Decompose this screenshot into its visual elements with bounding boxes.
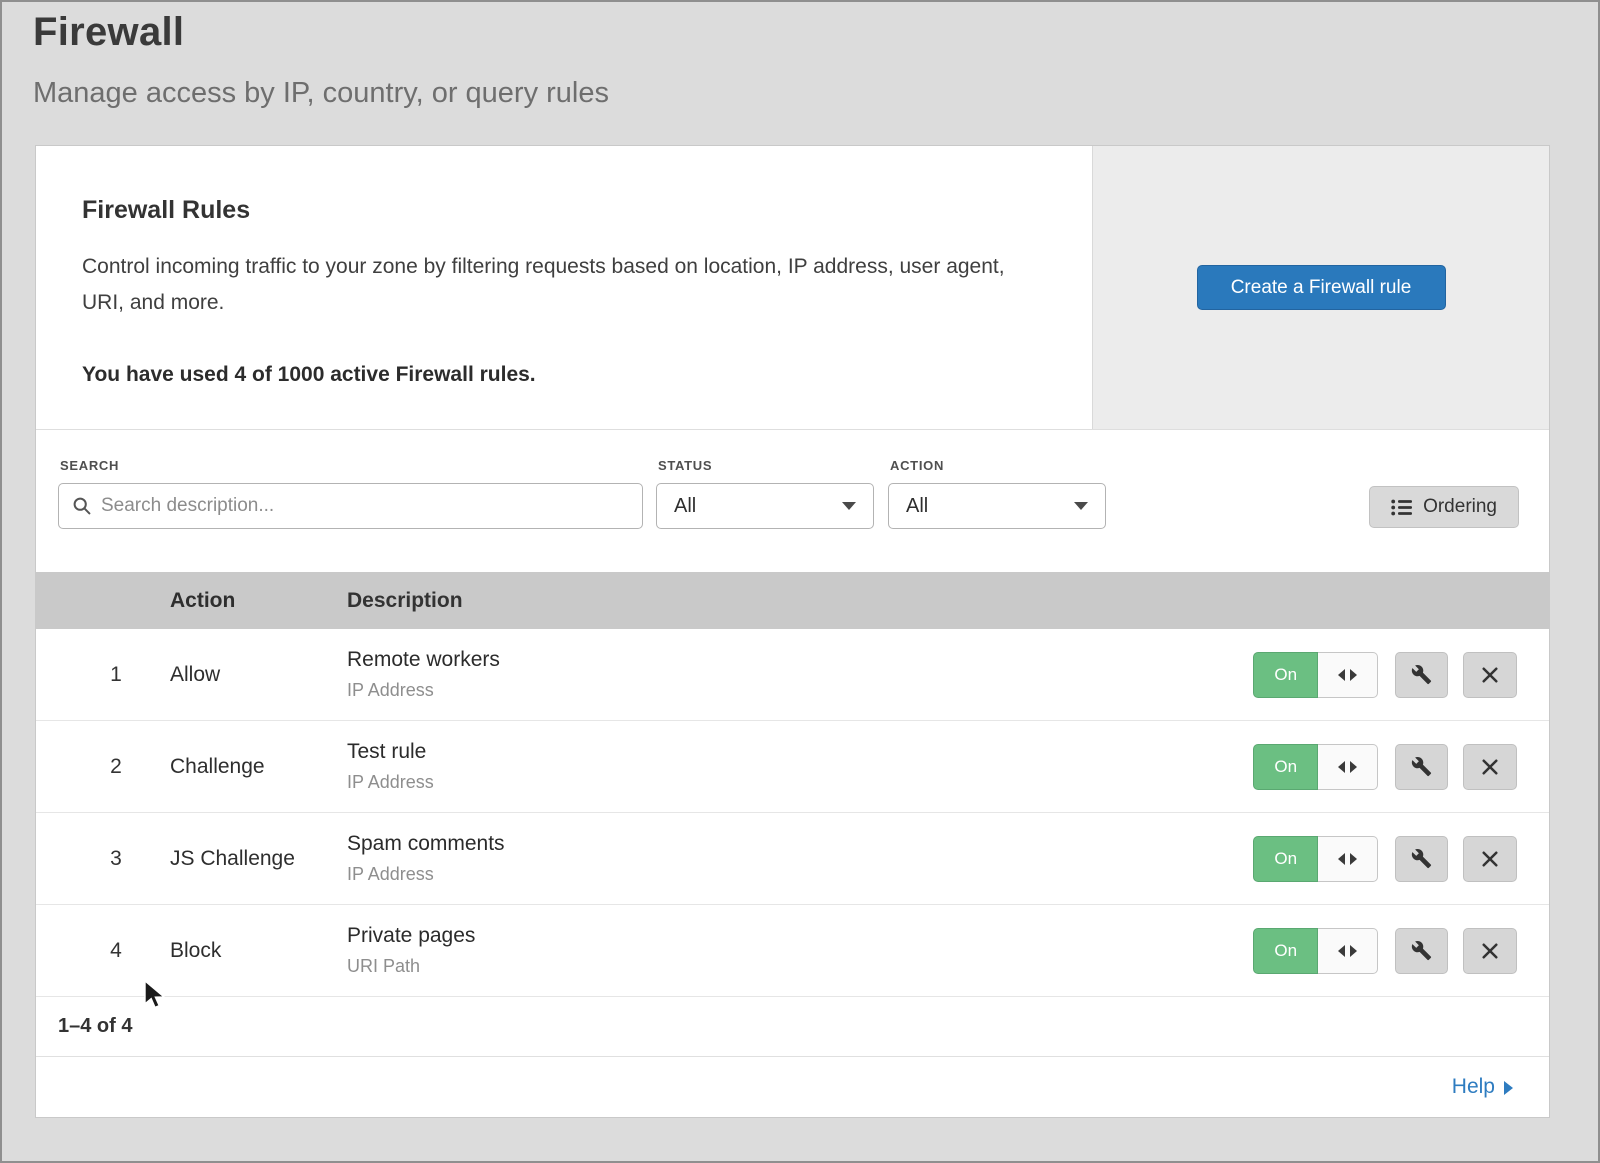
help-link[interactable]: Help bbox=[1452, 1075, 1513, 1099]
action-select-value: All bbox=[906, 495, 928, 518]
wrench-icon bbox=[1411, 664, 1432, 685]
rule-toggle[interactable]: On bbox=[1253, 652, 1318, 698]
search-input[interactable] bbox=[101, 495, 629, 517]
close-icon bbox=[1482, 667, 1498, 683]
rule-controls: On bbox=[1253, 744, 1549, 790]
rule-controls: On bbox=[1253, 928, 1549, 974]
action-select[interactable]: All bbox=[888, 483, 1106, 529]
section-heading: Firewall Rules bbox=[82, 196, 1032, 225]
edit-rule-button[interactable] bbox=[1395, 836, 1449, 882]
toggle-arrows-icon[interactable] bbox=[1318, 744, 1377, 790]
help-link-label: Help bbox=[1452, 1075, 1495, 1099]
rule-action: Allow bbox=[170, 663, 347, 687]
rule-description: Private pages URI Path bbox=[347, 924, 1253, 977]
action-label: ACTION bbox=[890, 458, 1106, 473]
rule-title: Test rule bbox=[347, 740, 1253, 764]
chevron-down-icon bbox=[1074, 502, 1088, 510]
toggle-arrows-icon[interactable] bbox=[1318, 652, 1377, 698]
help-row: Help bbox=[36, 1057, 1549, 1117]
rule-toggle[interactable]: On bbox=[1253, 836, 1318, 882]
delete-rule-button[interactable] bbox=[1463, 652, 1517, 698]
table-row: 4 Block Private pages URI Path On bbox=[36, 905, 1549, 997]
rule-priority: 2 bbox=[36, 755, 170, 779]
page-title: Firewall bbox=[33, 10, 1598, 55]
rule-controls: On bbox=[1253, 836, 1549, 882]
wrench-icon bbox=[1411, 756, 1432, 777]
table-row: 1 Allow Remote workers IP Address On bbox=[36, 629, 1549, 721]
pagination-summary: 1–4 of 4 bbox=[36, 997, 1549, 1057]
rule-title: Spam comments bbox=[347, 832, 1253, 856]
status-filter: STATUS All bbox=[656, 458, 874, 529]
rule-action: JS Challenge bbox=[170, 847, 347, 871]
close-icon bbox=[1482, 851, 1498, 867]
firewall-card: Firewall Rules Control incoming traffic … bbox=[35, 145, 1550, 1118]
toggle-arrows-icon[interactable] bbox=[1318, 928, 1377, 974]
wrench-icon bbox=[1411, 848, 1432, 869]
search-box[interactable] bbox=[58, 483, 643, 529]
section-description: Control incoming traffic to your zone by… bbox=[82, 249, 1032, 321]
rule-match-type: URI Path bbox=[347, 956, 1253, 977]
search-icon bbox=[72, 496, 92, 516]
chevron-down-icon bbox=[842, 502, 856, 510]
edit-rule-button[interactable] bbox=[1395, 652, 1449, 698]
status-select-value: All bbox=[674, 495, 696, 518]
wrench-icon bbox=[1411, 940, 1432, 961]
filter-bar: SEARCH STATUS All ACTION bbox=[36, 430, 1549, 572]
usage-note: You have used 4 of 1000 active Firewall … bbox=[82, 363, 1032, 387]
table-header: Action Description bbox=[36, 572, 1549, 629]
rule-priority: 1 bbox=[36, 663, 170, 687]
ordering-button-label: Ordering bbox=[1423, 496, 1497, 518]
create-rule-panel: Create a Firewall rule bbox=[1092, 146, 1549, 429]
rule-priority: 3 bbox=[36, 847, 170, 871]
rule-toggle[interactable]: On bbox=[1253, 928, 1318, 974]
column-header-description: Description bbox=[347, 589, 1253, 613]
rule-action: Challenge bbox=[170, 755, 347, 779]
rule-title: Private pages bbox=[347, 924, 1253, 948]
column-header-action: Action bbox=[170, 589, 347, 613]
page-header: Firewall Manage access by IP, country, o… bbox=[2, 2, 1598, 110]
rule-match-type: IP Address bbox=[347, 772, 1253, 793]
ordering-button[interactable]: Ordering bbox=[1369, 486, 1519, 528]
delete-rule-button[interactable] bbox=[1463, 928, 1517, 974]
rule-toggle[interactable]: On bbox=[1253, 744, 1318, 790]
search-label: SEARCH bbox=[60, 458, 643, 473]
close-icon bbox=[1482, 943, 1498, 959]
rule-controls: On bbox=[1253, 652, 1549, 698]
firewall-rules-section: Firewall Rules Control incoming traffic … bbox=[36, 146, 1549, 430]
delete-rule-button[interactable] bbox=[1463, 836, 1517, 882]
rule-priority: 4 bbox=[36, 939, 170, 963]
firewall-rules-intro: Firewall Rules Control incoming traffic … bbox=[36, 146, 1092, 429]
rule-match-type: IP Address bbox=[347, 864, 1253, 885]
table-row: 2 Challenge Test rule IP Address On bbox=[36, 721, 1549, 813]
screen: Firewall Manage access by IP, country, o… bbox=[0, 0, 1600, 1163]
rule-match-type: IP Address bbox=[347, 680, 1253, 701]
status-select[interactable]: All bbox=[656, 483, 874, 529]
create-firewall-rule-button[interactable]: Create a Firewall rule bbox=[1197, 265, 1446, 310]
delete-rule-button[interactable] bbox=[1463, 744, 1517, 790]
action-filter: ACTION All bbox=[888, 458, 1106, 529]
page-subtitle: Manage access by IP, country, or query r… bbox=[33, 77, 1598, 110]
rule-description: Test rule IP Address bbox=[347, 740, 1253, 793]
rule-title: Remote workers bbox=[347, 648, 1253, 672]
edit-rule-button[interactable] bbox=[1395, 928, 1449, 974]
rule-description: Spam comments IP Address bbox=[347, 832, 1253, 885]
rule-description: Remote workers IP Address bbox=[347, 648, 1253, 701]
toggle-arrows-icon[interactable] bbox=[1318, 836, 1377, 882]
edit-rule-button[interactable] bbox=[1395, 744, 1449, 790]
status-label: STATUS bbox=[658, 458, 874, 473]
search-filter: SEARCH bbox=[58, 458, 643, 529]
ordering-list-icon bbox=[1391, 499, 1412, 516]
table-row: 3 JS Challenge Spam comments IP Address … bbox=[36, 813, 1549, 905]
help-arrow-icon bbox=[1504, 1081, 1513, 1095]
close-icon bbox=[1482, 759, 1498, 775]
rule-action: Block bbox=[170, 939, 347, 963]
